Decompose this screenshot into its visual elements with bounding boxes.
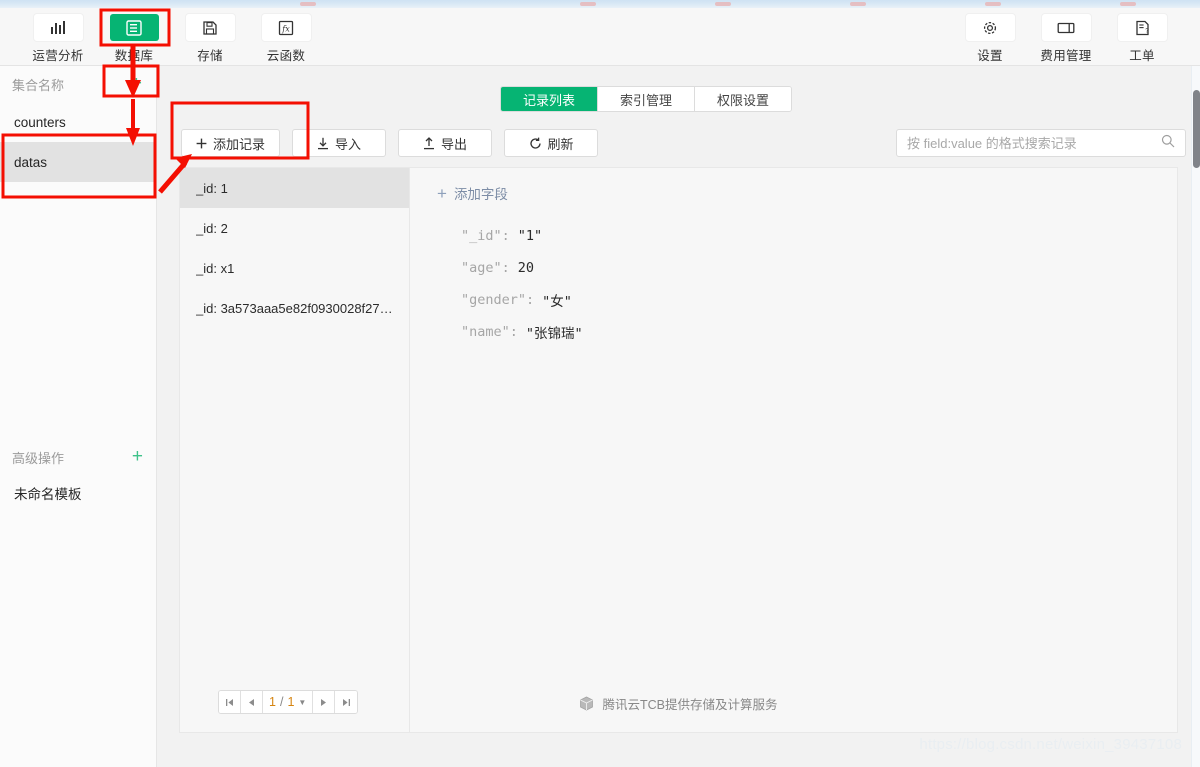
nav-item-operations-analysis[interactable]: 运营分析: [20, 14, 96, 64]
template-item-unnamed[interactable]: 未命名模板: [0, 476, 157, 510]
tab-index-management[interactable]: 索引管理: [598, 87, 696, 111]
cube-icon: [579, 696, 594, 711]
nav-item-ticket[interactable]: ? 工单: [1104, 14, 1180, 64]
document-question-icon: ?: [1117, 14, 1167, 41]
nav-item-database[interactable]: 数据库: [96, 14, 172, 64]
collection-item-datas[interactable]: datas: [0, 142, 156, 182]
search-box[interactable]: [896, 129, 1186, 157]
nav-item-billing[interactable]: 费用管理: [1028, 14, 1104, 64]
search-input[interactable]: [907, 135, 1161, 151]
json-field-row[interactable]: "_id" : "1": [431, 220, 583, 252]
json-key: "_id": [461, 228, 502, 244]
refresh-button[interactable]: 刷新: [504, 129, 599, 157]
button-label: 添加记录: [213, 136, 266, 152]
json-value[interactable]: "1": [518, 228, 542, 244]
import-button[interactable]: 导入: [292, 129, 387, 157]
advanced-operations-title: 高级操作: [12, 450, 65, 466]
json-value[interactable]: 20: [518, 260, 534, 276]
plus-icon: [196, 138, 207, 149]
app-root: 运营分析 数据库 存储 fx 云函数 设置 费用管理 ? 工单 集合名称 + c…: [0, 0, 1200, 767]
download-icon: [317, 137, 329, 150]
button-label: 刷新: [547, 136, 574, 152]
nav-label: 费用管理: [1040, 49, 1092, 63]
main-content-area: 记录列表 索引管理 权限设置 添加记录 导入 导出 刷新 按 field:val…: [157, 66, 1200, 767]
function-box-icon: fx: [261, 14, 311, 41]
json-key: "gender": [461, 292, 527, 308]
records-panel: _id: 1 _id: 2 _id: x1 _id: 3a573aaa5e82f…: [179, 167, 1178, 733]
refresh-icon: [529, 137, 542, 150]
add-advanced-button[interactable]: +: [132, 447, 143, 466]
record-list: _id: 1 _id: 2 _id: x1 _id: 3a573aaa5e82f…: [180, 168, 410, 732]
add-field-label: 添加字段: [453, 187, 508, 202]
watermark: https://blog.csdn.net/weixin_39437108: [919, 736, 1182, 753]
database-icon: [109, 14, 159, 41]
collections-title: 集合名称: [12, 77, 65, 93]
nav-item-storage[interactable]: 存储: [172, 14, 248, 64]
json-field-row[interactable]: "age" : 20: [431, 252, 583, 284]
template-name: 未命名模板: [14, 487, 82, 502]
nav-label: 数据库: [114, 49, 154, 63]
search-icon[interactable]: [1161, 134, 1175, 153]
collections-header: 集合名称 +: [0, 66, 156, 102]
record-list-item[interactable]: _id: 1: [180, 168, 409, 208]
upload-icon: [423, 136, 435, 150]
svg-text:fx: fx: [281, 24, 290, 33]
footer-text: 腾讯云TCB提供存储及计算服务: [602, 697, 778, 712]
nav-item-settings[interactable]: 设置: [952, 14, 1028, 64]
record-label: _id: 1: [196, 180, 228, 196]
json-colon: :: [526, 292, 535, 308]
collection-name: counters: [14, 114, 66, 130]
export-button[interactable]: 导出: [398, 129, 493, 157]
record-list-item[interactable]: _id: x1: [180, 248, 409, 288]
json-colon: :: [501, 228, 510, 244]
nav-item-cloud-function[interactable]: fx 云函数: [248, 14, 324, 64]
browser-chrome-strip: [0, 0, 1200, 8]
add-collection-button[interactable]: +: [131, 74, 142, 93]
record-label: _id: 2: [196, 220, 228, 236]
record-json-viewer: "_id" : "1" "age" : 20 "gender" : "女" "n…: [431, 220, 583, 348]
collection-name: datas: [14, 154, 48, 170]
nav-label: 工单: [1129, 49, 1155, 63]
nav-label: 设置: [977, 49, 1003, 63]
nav-group-left: 运营分析 数据库 存储 fx 云函数: [20, 14, 324, 64]
json-value[interactable]: "女": [542, 290, 572, 310]
tab-record-list[interactable]: 记录列表: [501, 87, 599, 111]
json-field-row[interactable]: "name" : "张锦瑞": [431, 316, 583, 348]
top-navigation-bar: 运营分析 数据库 存储 fx 云函数 设置 费用管理 ? 工单: [0, 8, 1200, 66]
floppy-disk-icon: [185, 14, 235, 41]
left-sidebar: 集合名称 + counters datas 高级操作 + 未命名模板: [0, 66, 157, 767]
json-colon: :: [501, 260, 510, 276]
advanced-operations-header: 高级操作 +: [0, 440, 157, 474]
button-label: 导入: [335, 136, 362, 152]
record-label: _id: x1: [196, 260, 235, 276]
record-list-item[interactable]: _id: 3a573aaa5e82f0930028f2745d...: [180, 288, 409, 328]
nav-label: 存储: [197, 49, 223, 63]
record-label: _id: 3a573aaa5e82f0930028f2745d...: [196, 300, 393, 316]
nav-label: 云函数: [266, 49, 306, 63]
vertical-scrollbar[interactable]: [1191, 66, 1200, 767]
record-list-item[interactable]: _id: 2: [180, 208, 409, 248]
svg-text:?: ?: [1145, 27, 1149, 34]
json-key: "name": [461, 324, 510, 340]
button-label: 导出: [441, 136, 468, 152]
bar-chart-icon: [33, 14, 83, 41]
gear-icon: [965, 14, 1015, 41]
tab-permission-settings[interactable]: 权限设置: [695, 87, 792, 111]
collection-item-counters[interactable]: counters: [0, 102, 156, 142]
plus-icon: +: [437, 183, 447, 203]
ticket-icon: [1041, 14, 1091, 41]
json-field-row[interactable]: "gender" : "女": [431, 284, 583, 316]
record-detail-panel: + 添加字段 "_id" : "1" "age" : 20 "gender":…: [411, 168, 1177, 732]
add-field-button[interactable]: + 添加字段: [437, 183, 508, 203]
json-value[interactable]: "张锦瑞": [526, 322, 583, 342]
scrollbar-thumb[interactable]: [1193, 90, 1200, 168]
json-key: "age": [461, 260, 502, 276]
nav-group-right: 设置 费用管理 ? 工单: [952, 14, 1180, 64]
footer: 腾讯云TCB提供存储及计算服务: [157, 683, 1200, 723]
tab-bar: 记录列表 索引管理 权限设置: [500, 86, 793, 112]
json-colon: :: [509, 324, 518, 340]
nav-label: 运营分析: [32, 49, 84, 63]
action-button-bar: 添加记录 导入 导出 刷新: [181, 129, 599, 157]
add-record-button[interactable]: 添加记录: [181, 129, 281, 157]
